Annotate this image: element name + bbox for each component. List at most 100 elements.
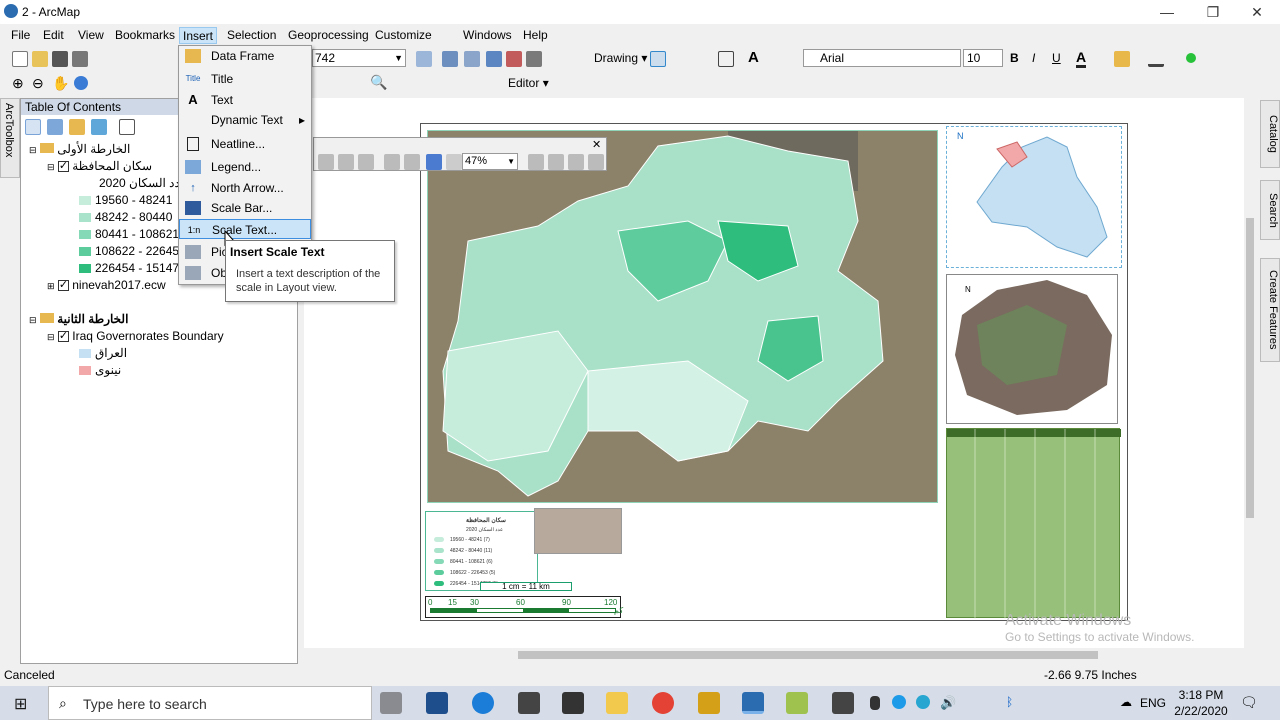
zoom-in-layout-icon[interactable] [318,154,334,170]
clock-date[interactable]: 2/22/2020 [1172,704,1230,718]
menu-view[interactable]: View [75,27,107,44]
minimize-button[interactable]: — [1144,0,1190,24]
toc-frame2-row[interactable]: ⊟ الخارطة الثانية [29,311,128,328]
bluetooth-icon[interactable]: ᛒ [1006,695,1013,709]
scrollbar-thumb[interactable] [1246,218,1254,518]
scrollbar-thumb[interactable] [518,651,1098,659]
insert-scale-bar[interactable]: Scale Bar... [179,198,311,218]
rectangle-icon[interactable] [718,51,734,67]
menu-bookmarks[interactable]: Bookmarks [112,27,178,44]
arcmap-taskbar-icon[interactable] [742,692,764,714]
map-scale-combo[interactable]: 742 ▼ [312,49,406,67]
file-explorer-icon[interactable] [606,692,628,714]
insert-dynamic-text[interactable]: Dynamic Text ▸ [179,110,311,130]
app-icon[interactable] [832,692,854,714]
full-extent-icon[interactable] [74,76,88,90]
menu-geoprocessing[interactable]: Geoprocessing [285,27,372,44]
vertical-scrollbar[interactable] [1244,98,1256,648]
map-legend[interactable]: سكان المحافظة عدد السكان 2020 19560 - 48… [425,511,538,591]
font-color-icon[interactable]: A [1076,49,1087,68]
mail-icon[interactable] [562,692,584,714]
legend-class-row[interactable]: نينوى [79,362,121,379]
clock-time[interactable]: 3:18 PM [1176,688,1226,702]
save-icon[interactable] [52,51,68,67]
select-elements-icon[interactable] [650,51,666,67]
legend-class-row[interactable]: 80441 - 108621 [79,226,179,243]
task-view-icon[interactable] [380,692,402,714]
open-icon[interactable] [32,51,48,67]
focus-data-frame-icon[interactable] [548,154,564,170]
insert-neatline[interactable]: Neatline... [179,134,311,154]
menu-customize[interactable]: Customize [372,27,435,44]
arctoolbox-icon[interactable] [506,51,522,67]
catalog-tab[interactable]: Catalog [1260,100,1280,168]
list-by-drawing-order-icon[interactable] [25,119,41,135]
change-layout-icon[interactable] [568,154,584,170]
toc-layer-iraq[interactable]: ⊟ Iraq Governorates Boundary [47,328,224,345]
windows-start-icon[interactable]: ⊞ [14,694,27,714]
list-by-selection-icon[interactable] [91,119,107,135]
legend-class-row[interactable]: 19560 - 48241 [79,192,172,209]
create-features-tab[interactable]: Create Features [1260,258,1280,362]
new-document-icon[interactable] [12,51,28,67]
language-indicator[interactable]: ENG [1140,696,1166,710]
list-by-source-icon[interactable] [47,119,63,135]
toc-layer-raster[interactable]: ⊞ ninevah2017.ecw [47,277,166,294]
menu-edit[interactable]: Edit [40,27,67,44]
insert-text[interactable]: A Text [179,90,311,110]
legend-class-row[interactable]: العراق [79,345,127,362]
zoom-whole-page-icon[interactable] [384,154,400,170]
insert-data-frame[interactable]: Data Frame [179,46,311,66]
forward-extent-icon[interactable] [446,154,462,170]
app-icon[interactable] [786,692,808,714]
tray-icon[interactable] [916,695,930,709]
list-by-visibility-icon[interactable] [69,119,85,135]
menu-windows[interactable]: Windows [460,27,515,44]
network-icon[interactable]: ☁ [1120,695,1132,709]
university-logo-image[interactable] [534,508,622,554]
options-icon[interactable] [119,119,135,135]
scale-bar[interactable]: 0 15 30 60 90 120 كم [425,596,623,618]
satellite-inset-frame[interactable]: N [946,274,1118,424]
calculator-icon[interactable] [518,692,540,714]
pan-icon[interactable]: ✋ [52,75,69,92]
python-icon[interactable] [526,51,542,67]
search-tab[interactable]: Search [1260,180,1280,240]
zoom-out-layout-icon[interactable] [338,154,354,170]
store-icon[interactable] [426,692,448,714]
legend-class-row[interactable]: 108622 - 226453 [79,243,186,260]
close-button[interactable]: ✕ [1234,0,1280,24]
underline-button[interactable]: U [1052,51,1061,65]
menu-file[interactable]: File [8,27,33,44]
editor-menu[interactable]: Editor ▾ [508,76,549,90]
italic-button[interactable]: I [1032,51,1035,65]
print-icon[interactable] [72,51,88,67]
taskbar-search-box[interactable]: ⌕ Type here to search [48,686,372,720]
text-tool-icon[interactable]: A [748,49,759,66]
zoom-100-icon[interactable] [404,154,420,170]
data-driven-pages-icon[interactable] [588,154,604,170]
statistics-table-frame[interactable] [946,428,1121,619]
font-name-combo[interactable]: Arial [803,49,961,67]
chrome-icon[interactable] [652,692,674,714]
fill-color-icon[interactable] [1114,51,1130,67]
menu-insert[interactable]: Insert [179,27,218,44]
insert-title[interactable]: Title Title [179,69,311,89]
insert-north-arrow[interactable]: ↑ North Arrow... [179,178,311,198]
toggle-draft-icon[interactable] [528,154,544,170]
layer-visibility-checkbox[interactable] [57,328,69,345]
legend-class-row[interactable]: 226454 - 1514787 [79,260,192,277]
toc-layer-population[interactable]: ⊟ سكان المحافظة [47,158,152,175]
font-size-combo[interactable]: 10 [963,49,1003,67]
drawing-menu[interactable]: Drawing ▾ [594,51,647,65]
menu-help[interactable]: Help [520,27,551,44]
iraq-inset-frame[interactable]: N [946,126,1122,268]
horizontal-scrollbar[interactable] [304,648,1244,662]
arctoolbox-side-tab[interactable]: ArcToolbox [0,98,20,178]
scale-text[interactable]: 1 cm = 11 km [480,582,572,591]
bold-button[interactable]: B [1010,51,1019,65]
maximize-button[interactable]: ❐ [1190,0,1236,24]
microphone-icon[interactable] [870,696,880,710]
toc-frame1-row[interactable]: ⊟ الخارطة الأولى [29,141,130,158]
legend-class-row[interactable]: 48242 - 80440 [79,209,172,226]
